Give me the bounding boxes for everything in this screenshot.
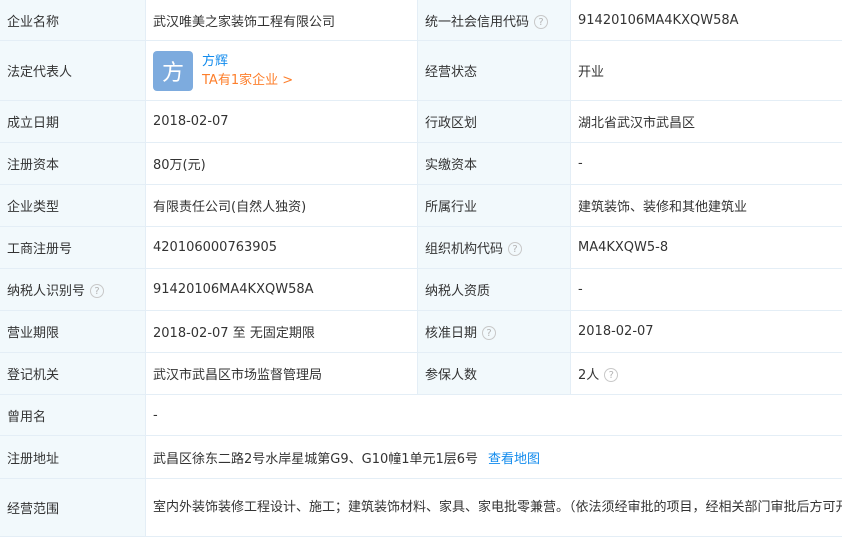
reg-capital-value: 80万(元) (145, 142, 418, 185)
avatar[interactable]: 方 (153, 50, 193, 91)
status-label: 经营状态 (417, 40, 571, 101)
scope-value: 室内外装饰装修工程设计、施工；建筑装饰材料、家具、家电批零兼营。（依法须经审批的… (145, 478, 842, 537)
address-label: 注册地址 (0, 435, 146, 479)
region-label: 行政区划 (417, 100, 571, 143)
reg-number-value: 420106000763905 (145, 226, 418, 269)
region-value: 湖北省武汉市武昌区 (570, 100, 842, 143)
authority-label: 登记机关 (0, 352, 146, 395)
legal-rep-label: 法定代表人 (0, 40, 146, 101)
taxpayer-id-value: 91420106MA4KXQW58A (145, 268, 418, 311)
legal-rep-block: 方 方辉 TA有1家企业 > (153, 50, 417, 91)
question-circle-icon[interactable]: ? (604, 368, 619, 382)
legal-rep-cell: 方 方辉 TA有1家企业 > (145, 40, 418, 101)
established-label: 成立日期 (0, 100, 146, 143)
industry-label: 所属行业 (417, 184, 571, 227)
insured-value-cell: 2人? (570, 352, 842, 395)
company-type-value: 有限责任公司(自然人独资) (145, 184, 418, 227)
legal-rep-name-link[interactable]: 方辉 (202, 52, 293, 71)
insured-value: 2人 (578, 368, 600, 383)
org-code-label: 组织机构代码 (425, 242, 504, 257)
table-row: 纳税人识别号? 91420106MA4KXQW58A 纳税人资质 - (0, 268, 842, 311)
industry-value: 建筑装饰、装修和其他建筑业 (570, 184, 842, 227)
insured-label: 参保人数 (417, 352, 571, 395)
org-code-value: MA4KXQW5-8 (570, 226, 842, 269)
company-name-value: 武汉唯美之家装饰工程有限公司 (145, 0, 418, 41)
business-term-label: 营业期限 (0, 310, 146, 353)
taxpayer-qual-label: 纳税人资质 (417, 268, 571, 311)
table-row: 曾用名 - (0, 394, 842, 436)
view-map-link[interactable]: 查看地图 (488, 452, 540, 467)
table-row: 企业类型 有限责任公司(自然人独资) 所属行业 建筑装饰、装修和其他建筑业 (0, 184, 842, 227)
company-info-table: 企业名称 武汉唯美之家装饰工程有限公司 统一社会信用代码? 91420106MA… (0, 0, 842, 537)
approval-date-label: 核准日期 (425, 326, 478, 341)
table-row: 注册地址 武昌区徐东二路2号水岸星城第G9、G10幢1单元1层6号 查看地图 (0, 435, 842, 479)
reg-number-label: 工商注册号 (0, 226, 146, 269)
company-type-label: 企业类型 (0, 184, 146, 227)
table-row: 经营范围 室内外装饰装修工程设计、施工；建筑装饰材料、家具、家电批零兼营。（依法… (0, 478, 842, 537)
former-name-label: 曾用名 (0, 394, 146, 436)
business-term-value: 2018-02-07 至 无固定期限 (145, 310, 418, 353)
legal-rep-companies-link[interactable]: TA有1家企业 > (202, 71, 293, 90)
table-row: 法定代表人 方 方辉 TA有1家企业 > 经营状态 开业 (0, 40, 842, 101)
table-row: 企业名称 武汉唯美之家装饰工程有限公司 统一社会信用代码? 91420106MA… (0, 0, 842, 41)
taxpayer-qual-value: - (570, 268, 842, 311)
credit-code-label-cell: 统一社会信用代码? (417, 0, 571, 41)
question-circle-icon[interactable]: ? (508, 242, 523, 256)
credit-code-label: 统一社会信用代码 (425, 14, 530, 30)
credit-code-value: 91420106MA4KXQW58A (570, 0, 842, 41)
address-cell: 武昌区徐东二路2号水岸星城第G9、G10幢1单元1层6号 查看地图 (145, 435, 842, 479)
address-value: 武昌区徐东二路2号水岸星城第G9、G10幢1单元1层6号 (153, 451, 479, 467)
paid-capital-label: 实缴资本 (417, 142, 571, 185)
approval-date-value: 2018-02-07 (570, 310, 842, 353)
table-row: 营业期限 2018-02-07 至 无固定期限 核准日期? 2018-02-07 (0, 310, 842, 353)
table-row: 登记机关 武汉市武昌区市场监督管理局 参保人数 2人? (0, 352, 842, 395)
taxpayer-id-label: 纳税人识别号 (7, 284, 86, 299)
established-value: 2018-02-07 (145, 100, 418, 143)
former-name-value: - (145, 394, 842, 436)
scope-label: 经营范围 (0, 478, 146, 537)
table-row: 注册资本 80万(元) 实缴资本 - (0, 142, 842, 185)
org-code-label-cell: 组织机构代码? (417, 226, 571, 269)
company-name-label: 企业名称 (0, 0, 146, 41)
question-circle-icon[interactable]: ? (90, 284, 105, 298)
approval-date-label-cell: 核准日期? (417, 310, 571, 353)
authority-value: 武汉市武昌区市场监督管理局 (145, 352, 418, 395)
taxpayer-id-label-cell: 纳税人识别号? (0, 268, 146, 311)
legal-rep-text: 方辉 TA有1家企业 > (202, 52, 293, 90)
paid-capital-value: - (570, 142, 842, 185)
status-value: 开业 (570, 40, 842, 101)
question-circle-icon[interactable]: ? (482, 326, 497, 340)
question-circle-icon[interactable]: ? (534, 14, 549, 29)
reg-capital-label: 注册资本 (0, 142, 146, 185)
table-row: 工商注册号 420106000763905 组织机构代码? MA4KXQW5-8 (0, 226, 842, 269)
table-row: 成立日期 2018-02-07 行政区划 湖北省武汉市武昌区 (0, 100, 842, 143)
